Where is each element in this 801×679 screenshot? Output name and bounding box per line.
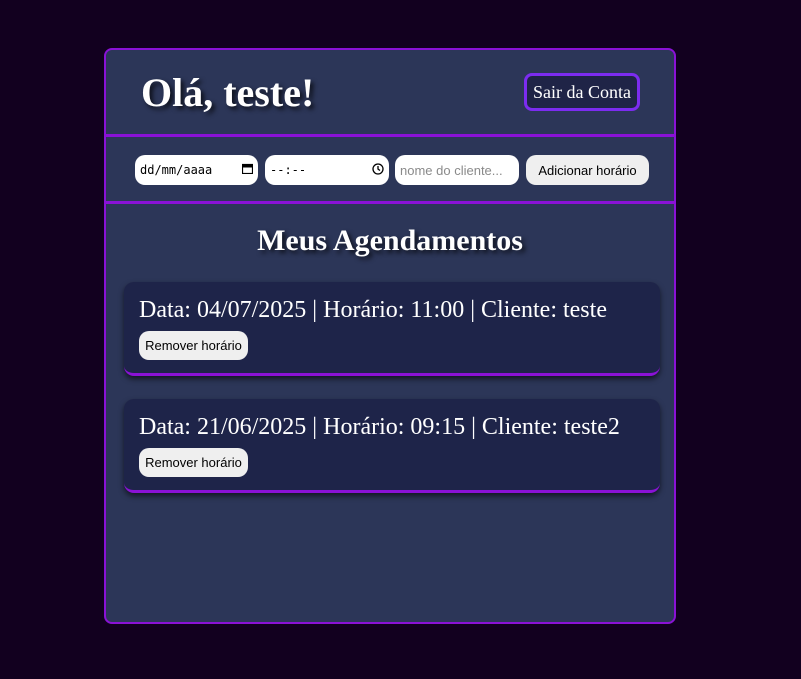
greeting-title: Olá, teste! (141, 70, 315, 115)
client-placeholder: nome do cliente... (400, 162, 503, 178)
date-placeholder: dd/mm/aaaa (140, 163, 213, 177)
appointment-details: Data: 21/06/2025 | Horário: 09:15 | Clie… (139, 414, 620, 440)
time-input[interactable]: --:-- (265, 155, 389, 185)
dashboard-panel: Olá, teste! Sair da Conta dd/mm/aaaa --:… (104, 48, 676, 624)
calendar-icon[interactable] (241, 163, 254, 177)
client-name-input[interactable]: nome do cliente... (395, 155, 519, 185)
clock-icon[interactable] (372, 162, 384, 178)
header: Olá, teste! Sair da Conta (106, 50, 674, 137)
appointment-card: Data: 04/07/2025 | Horário: 11:00 | Clie… (124, 282, 660, 376)
appointment-card: Data: 21/06/2025 | Horário: 09:15 | Clie… (124, 399, 660, 493)
schedule-form: dd/mm/aaaa --:-- nome do cliente... Adic… (106, 137, 674, 204)
logout-button[interactable]: Sair da Conta (524, 73, 640, 111)
date-input[interactable]: dd/mm/aaaa (135, 155, 258, 185)
remove-appointment-button[interactable]: Remover horário (139, 331, 248, 360)
add-time-button[interactable]: Adicionar horário (526, 155, 649, 185)
time-placeholder: --:-- (270, 163, 307, 177)
appointment-details: Data: 04/07/2025 | Horário: 11:00 | Clie… (139, 297, 607, 323)
appointments-title: Meus Agendamentos (257, 224, 523, 257)
remove-appointment-button[interactable]: Remover horário (139, 448, 248, 477)
